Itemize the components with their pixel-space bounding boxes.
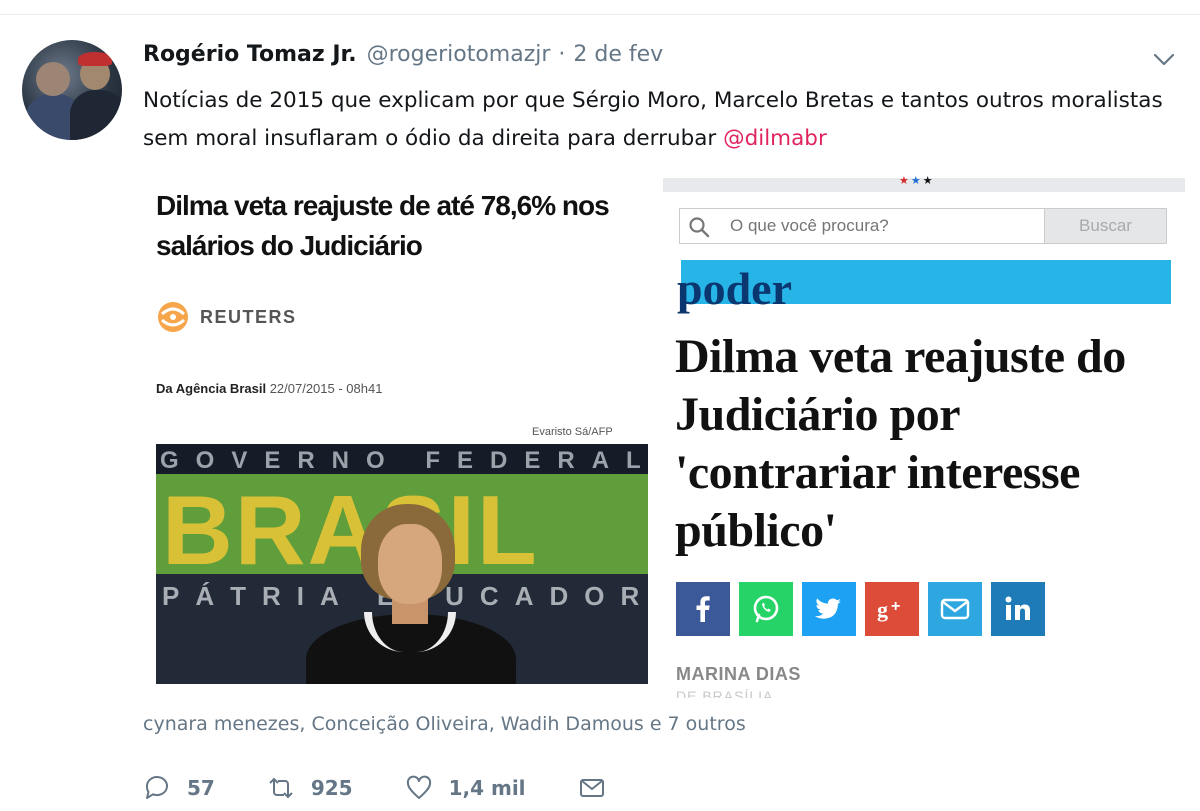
retweet-button[interactable]: 925 — [267, 774, 353, 802]
linkedin-icon — [991, 582, 1045, 636]
tweet-actions: 57 925 1,4 mil — [143, 770, 658, 806]
search-button: Buscar — [1044, 209, 1166, 243]
svg-text:+: + — [891, 598, 900, 615]
reuters-source: REUTERS — [156, 300, 297, 334]
envelope-icon — [579, 779, 604, 797]
article-image-right[interactable]: ★★★ Buscar poder Dilma veta reajuste do … — [663, 168, 1185, 698]
facebook-icon — [676, 582, 730, 636]
top-divider — [0, 14, 1200, 15]
twitter-icon — [802, 582, 856, 636]
google-plus-icon: g + — [865, 582, 919, 636]
author-name-article: MARINA DIAS — [676, 664, 801, 684]
section-label: poder — [677, 263, 792, 314]
tweet-header: Rogério Tomaz Jr. @rogeriotomazjr · 2 de… — [143, 42, 663, 72]
news-photo: GOVERNO FEDERAL BRASIL PÁTRIA EDUCADORA — [156, 444, 648, 684]
right-headline: Dilma veta reajuste do Judiciário por 'c… — [675, 330, 1126, 557]
like-button[interactable]: 1,4 mil — [405, 774, 526, 802]
mention-link[interactable]: @dilmabr — [723, 126, 827, 151]
svg-text:g: g — [877, 597, 888, 622]
author-location: DE BRASÍLIA — [676, 688, 774, 698]
photo-text-top: GOVERNO FEDERAL — [160, 447, 648, 474]
retweet-icon — [269, 777, 293, 799]
like-count: 1,4 mil — [448, 776, 526, 800]
author-handle[interactable]: @rogeriotomazjr — [367, 42, 551, 67]
header-separator: · — [558, 42, 566, 67]
reuters-logo-icon — [158, 302, 188, 332]
reply-icon — [145, 776, 168, 799]
direct-message-button[interactable] — [578, 774, 606, 802]
photo-credit: Evaristo Sá/AFP — [532, 426, 613, 438]
photo-text-big: BRASIL — [162, 475, 539, 585]
tweet-body: Notícias de 2015 que explicam por que Sé… — [143, 88, 1163, 151]
retweet-count: 925 — [310, 776, 353, 800]
whatsapp-icon — [739, 582, 793, 636]
left-headline: Dilma veta reajuste de até 78,6% nos sal… — [156, 190, 610, 261]
reply-button[interactable]: 57 — [143, 774, 215, 802]
stars-decoration: ★★★ — [899, 174, 935, 187]
liked-by[interactable]: cynara menezes, Conceição Oliveira, Wadi… — [143, 713, 746, 735]
tweet-timestamp[interactable]: 2 de fev — [573, 42, 663, 67]
byline-date: 22/07/2015 - 08h41 — [269, 381, 383, 396]
chevron-down-icon[interactable] — [1150, 50, 1178, 70]
reuters-label: REUTERS — [200, 306, 297, 327]
search-input — [730, 209, 1040, 243]
heart-icon — [406, 775, 431, 799]
article-image-left[interactable]: Dilma veta reajuste de até 78,6% nos sal… — [143, 168, 663, 698]
byline: Da Agência Brasil 22/07/2015 - 08h41 — [156, 381, 382, 396]
byline-source: Da Agência Brasil — [156, 381, 267, 396]
reply-count: 57 — [187, 776, 215, 800]
author-name[interactable]: Rogério Tomaz Jr. — [143, 42, 357, 67]
tweet-text: Notícias de 2015 que explicam por que Sé… — [143, 82, 1188, 158]
avatar[interactable] — [22, 40, 122, 140]
tweet-media[interactable]: Dilma veta reajuste de até 78,6% nos sal… — [143, 168, 1185, 698]
email-icon — [928, 582, 982, 636]
search-icon — [689, 217, 710, 238]
share-buttons: g + — [676, 582, 1054, 636]
search-box: Buscar — [679, 208, 1167, 244]
